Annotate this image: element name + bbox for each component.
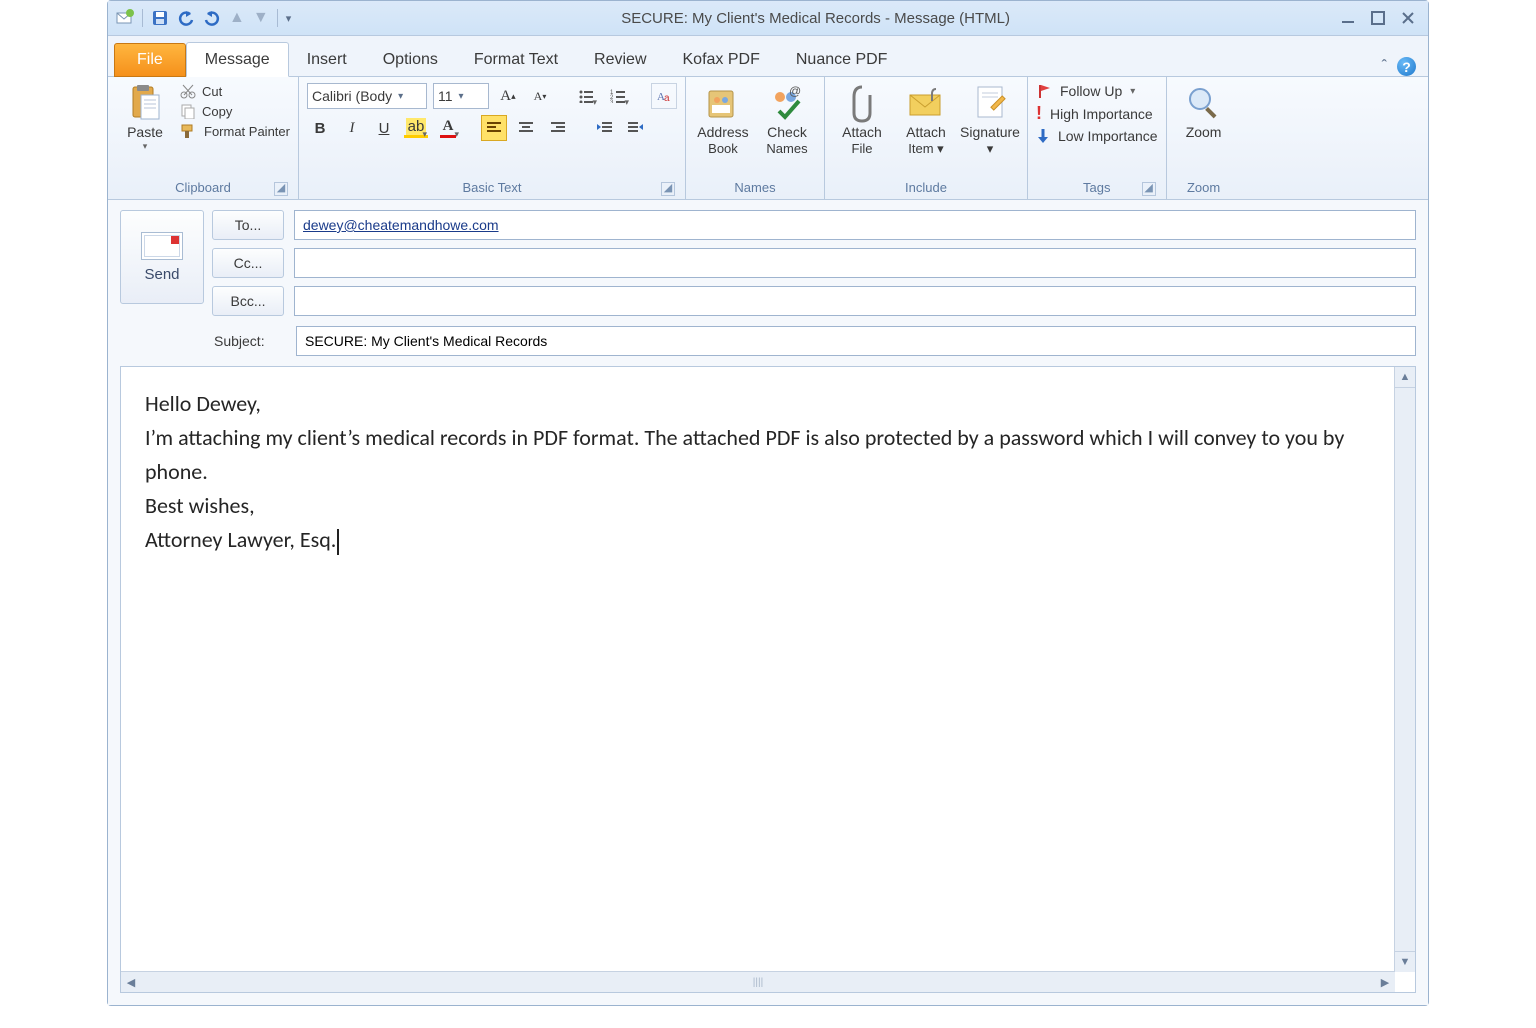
- maximize-icon[interactable]: [1370, 10, 1386, 26]
- window-title: SECURE: My Client's Medical Records - Me…: [291, 10, 1340, 27]
- numbering-icon[interactable]: 123: [605, 83, 631, 109]
- subject-field[interactable]: [296, 326, 1416, 356]
- scroll-up-icon[interactable]: ▲: [1395, 367, 1415, 388]
- vertical-scrollbar[interactable]: ▲ ▼: [1394, 367, 1415, 972]
- group-zoom: Zoom Zoom: [1167, 77, 1241, 199]
- align-right-icon[interactable]: [545, 115, 571, 141]
- svg-text:a: a: [664, 93, 670, 104]
- group-names: AddressBook @ CheckNames Names: [686, 77, 825, 199]
- cc-button[interactable]: Cc...: [212, 248, 284, 278]
- tab-review[interactable]: Review: [576, 43, 664, 76]
- message-body[interactable]: Hello Dewey, I’m attaching my client’s m…: [121, 367, 1415, 992]
- attach-item-button[interactable]: AttachItem ▾: [897, 83, 955, 157]
- font-size-select[interactable]: 11▾: [433, 83, 489, 109]
- bcc-field[interactable]: [294, 286, 1416, 316]
- high-importance-button[interactable]: !High Importance: [1036, 103, 1158, 124]
- basictext-launcher-icon[interactable]: ◢: [661, 182, 675, 196]
- grow-font-icon[interactable]: A▴: [495, 83, 521, 109]
- body-line: Hello Dewey,: [145, 387, 1391, 421]
- body-line: Best wishes,: [145, 489, 1391, 523]
- body-line: Attorney Lawyer, Esq.: [145, 523, 1391, 557]
- font-color-icon[interactable]: A: [435, 115, 461, 141]
- align-center-icon[interactable]: [513, 115, 539, 141]
- svg-text:3: 3: [610, 100, 614, 103]
- qat-redo-icon[interactable]: [203, 9, 221, 27]
- qat-mail-icon[interactable]: [116, 9, 134, 27]
- tags-launcher-icon[interactable]: ◢: [1142, 182, 1156, 196]
- signature-button[interactable]: Signature▾: [961, 83, 1019, 157]
- group-include: AttachFile AttachItem ▾ Signature▾ Inclu…: [825, 77, 1028, 199]
- subject-label: Subject:: [210, 333, 286, 349]
- scroll-down-icon[interactable]: ▼: [1395, 951, 1415, 972]
- tab-kofax-pdf[interactable]: Kofax PDF: [665, 43, 778, 76]
- font-family-select[interactable]: Calibri (Body▾: [307, 83, 427, 109]
- zoom-button[interactable]: Zoom: [1175, 83, 1233, 140]
- bold-icon[interactable]: B: [307, 115, 333, 141]
- message-body-container: ▤ Hello Dewey, I’m attaching my client’s…: [120, 366, 1416, 993]
- paste-button[interactable]: Paste ▾: [116, 83, 174, 152]
- send-button[interactable]: Send: [120, 210, 204, 304]
- shrink-font-icon[interactable]: A▾: [527, 83, 553, 109]
- tab-message[interactable]: Message: [186, 42, 289, 77]
- cut-button[interactable]: Cut: [180, 83, 290, 99]
- bullets-icon[interactable]: [573, 83, 599, 109]
- qat-save-icon[interactable]: [151, 9, 169, 27]
- scroll-left-icon[interactable]: ◀: [121, 972, 141, 992]
- compose-area: Send To... Cc... Bcc... Subject:: [108, 200, 1428, 1005]
- address-book-button[interactable]: AddressBook: [694, 83, 752, 157]
- svg-text:@: @: [789, 85, 801, 98]
- tab-file[interactable]: File: [114, 43, 186, 77]
- minimize-icon[interactable]: [1340, 10, 1356, 26]
- to-button[interactable]: To...: [212, 210, 284, 240]
- title-bar: ▲ ▼ ▾ SECURE: My Client's Medical Record…: [108, 1, 1428, 36]
- qat-undo-icon[interactable]: [177, 9, 195, 27]
- follow-up-button[interactable]: Follow Up ▾: [1036, 83, 1158, 99]
- ribbon-tabs: File Message Insert Options Format Text …: [108, 36, 1428, 77]
- tab-options[interactable]: Options: [365, 43, 456, 76]
- low-importance-button[interactable]: Low Importance: [1036, 128, 1158, 144]
- help-icon[interactable]: ?: [1397, 57, 1416, 76]
- decrease-indent-icon[interactable]: [591, 115, 617, 141]
- bcc-button[interactable]: Bcc...: [212, 286, 284, 316]
- to-field[interactable]: [294, 210, 1416, 240]
- cc-field[interactable]: [294, 248, 1416, 278]
- group-clipboard: Paste ▾ Cut Copy Format Painter Clipboar…: [108, 77, 299, 199]
- tab-insert[interactable]: Insert: [289, 43, 365, 76]
- underline-icon[interactable]: U: [371, 115, 397, 141]
- envelope-icon: [141, 232, 183, 260]
- scroll-right-icon[interactable]: ▶: [1375, 972, 1395, 992]
- group-basic-text: Calibri (Body▾ 11▾ A▴ A▾ 123 Aa B I U: [299, 77, 686, 199]
- tab-nuance-pdf[interactable]: Nuance PDF: [778, 43, 906, 76]
- format-painter-button[interactable]: Format Painter: [180, 123, 290, 139]
- horizontal-scrollbar[interactable]: ◀ |||| ▶: [121, 971, 1395, 992]
- align-left-icon[interactable]: [481, 115, 507, 141]
- increase-indent-icon[interactable]: [623, 115, 649, 141]
- tab-format-text[interactable]: Format Text: [456, 43, 576, 76]
- attach-file-button[interactable]: AttachFile: [833, 83, 891, 157]
- qat-up-icon[interactable]: ▲: [229, 9, 245, 27]
- collapse-ribbon-icon[interactable]: ˆ: [1382, 58, 1387, 76]
- check-names-button[interactable]: @ CheckNames: [758, 83, 816, 157]
- close-icon[interactable]: [1400, 10, 1416, 26]
- highlight-icon[interactable]: ab: [403, 115, 429, 141]
- clipboard-launcher-icon[interactable]: ◢: [274, 182, 288, 196]
- copy-button[interactable]: Copy: [180, 103, 290, 119]
- italic-icon[interactable]: I: [339, 115, 365, 141]
- body-line: I’m attaching my client’s medical record…: [145, 421, 1391, 489]
- clear-format-icon[interactable]: Aa: [651, 83, 677, 109]
- qat-down-icon[interactable]: ▼: [253, 9, 269, 27]
- group-tags: Follow Up ▾ !High Importance Low Importa…: [1028, 77, 1167, 199]
- ribbon: Paste ▾ Cut Copy Format Painter Clipboar…: [108, 77, 1428, 200]
